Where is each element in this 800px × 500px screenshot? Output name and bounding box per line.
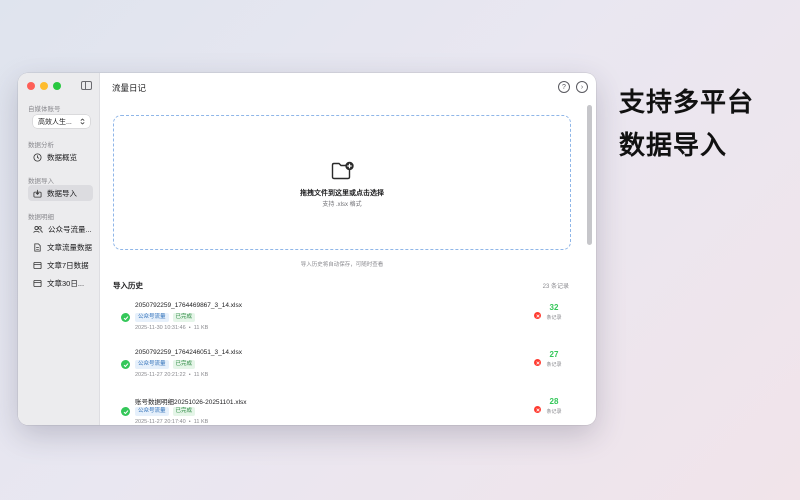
record-unit: 条记录 <box>546 409 562 415</box>
status-badge: 已完成 <box>172 407 196 416</box>
record-unit: 条记录 <box>546 362 562 368</box>
file-dropzone[interactable]: 拖拽文件到这里或点击选择 支持 .xlsx 格式 <box>113 115 571 250</box>
arrow-circle-icon[interactable]: › <box>576 81 588 93</box>
history-file-name: 账号数据明细20251026-20251101.xlsx <box>135 399 247 406</box>
history-time: 2025-11-27 20:17:40 <box>135 419 186 425</box>
sidebar-toggle-icon[interactable] <box>81 81 92 90</box>
sidebar-item-label: 文章7日数据 <box>47 260 89 270</box>
chevron-updown-icon <box>80 118 85 125</box>
sidebar-item-label: 文章流量数据 <box>47 242 92 252</box>
table-icon <box>33 279 42 287</box>
account-select-value: 高效人生... <box>38 118 72 126</box>
type-badge: 公众号流量 <box>135 407 169 416</box>
status-badge: 已完成 <box>172 360 196 369</box>
analysis-section-label: 数据分析 <box>28 142 54 149</box>
sidebar-item-article-30day[interactable]: 文章30日... <box>28 275 93 291</box>
sidebar: 自媒体账号 高效人生... 数据分析 数据概览 数据导入 数据导入 数据明细 公… <box>18 73 100 425</box>
record-unit: 条记录 <box>546 315 562 321</box>
auto-save-hint: 导入历史将自动保存，可随时查看 <box>300 262 384 268</box>
record-count: 28 <box>549 397 559 406</box>
account-section-label: 自媒体账号 <box>28 106 61 113</box>
promo-headline-line2: 数据导入 <box>619 130 728 160</box>
sidebar-item-label: 数据概览 <box>47 152 77 162</box>
status-badge: 已完成 <box>172 313 196 322</box>
dropzone-title: 拖拽文件到这里或点击选择 <box>300 190 384 197</box>
sidebar-item-label: 公众号流量... <box>48 224 92 234</box>
history-title: 导入历史 <box>113 281 143 290</box>
promo-headline-line1: 支持多平台 <box>619 87 755 117</box>
detail-section-label: 数据明细 <box>28 214 54 221</box>
dropzone-subtitle: 支持 .xlsx 格式 <box>322 202 362 208</box>
sidebar-item-label: 数据导入 <box>47 188 77 198</box>
type-badge: 公众号流量 <box>135 360 169 369</box>
history-row[interactable]: 账号数据明细20251026-20251101.xlsx 公众号流量 已完成 2… <box>113 393 571 425</box>
history-size: 11 KB <box>193 372 209 378</box>
minimize-window-button[interactable] <box>40 82 48 90</box>
sidebar-item-account-traffic[interactable]: 公众号流量... <box>28 221 93 237</box>
main-content: 流量日记 ? › 拖拽文件到这里或点击选择 支持 .xlsx 格式 导入历史将自… <box>100 73 596 425</box>
delete-icon[interactable] <box>534 406 541 413</box>
window-title: 流量日记 <box>112 83 147 93</box>
scrollbar[interactable] <box>587 105 592 245</box>
sidebar-item-label: 文章30日... <box>47 278 85 288</box>
sidebar-item-article-7day[interactable]: 文章7日数据 <box>28 257 93 273</box>
delete-icon[interactable] <box>534 359 541 366</box>
history-size: 11 KB <box>193 325 209 331</box>
clock-icon <box>33 152 42 162</box>
close-window-button[interactable] <box>27 82 35 90</box>
app-window: 自媒体账号 高效人生... 数据分析 数据概览 数据导入 数据导入 数据明细 公… <box>18 73 596 425</box>
window-controls <box>27 82 61 90</box>
history-row[interactable]: 2050792259_1764469867_3_14.xlsx 公众号流量 已完… <box>113 299 571 339</box>
record-count: 32 <box>549 303 559 312</box>
sidebar-item-article-traffic[interactable]: 文章流量数据 <box>28 239 93 255</box>
history-time: 2025-11-30 10:31:46 <box>135 325 186 331</box>
history-meta: 2025-11-30 10:31:46 • 11 KB <box>135 325 209 331</box>
history-row[interactable]: 2050792259_1764246051_3_14.xlsx 公众号流量 已完… <box>113 346 571 386</box>
sidebar-item-import[interactable]: 数据导入 <box>28 185 93 201</box>
zoom-window-button[interactable] <box>53 82 61 90</box>
import-icon <box>33 189 42 198</box>
history-meta: 2025-11-27 20:17:40 • 11 KB <box>135 419 209 425</box>
import-section-label: 数据导入 <box>28 178 54 185</box>
table-icon <box>33 261 42 269</box>
record-count: 27 <box>549 350 559 359</box>
folder-add-icon <box>331 161 354 180</box>
history-time: 2025-11-27 20:21:22 <box>135 372 186 378</box>
users-icon <box>33 225 43 233</box>
history-file-name: 2050792259_1764246051_3_14.xlsx <box>135 349 242 356</box>
type-badge: 公众号流量 <box>135 313 169 322</box>
history-meta: 2025-11-27 20:21:22 • 11 KB <box>135 372 209 378</box>
check-icon <box>121 360 130 369</box>
check-icon <box>121 407 130 416</box>
check-icon <box>121 313 130 322</box>
delete-icon[interactable] <box>534 312 541 319</box>
help-icon[interactable]: ? <box>558 81 570 93</box>
account-select[interactable]: 高效人生... <box>33 115 90 128</box>
sidebar-item-overview[interactable]: 数据概览 <box>28 149 93 165</box>
history-size: 11 KB <box>193 419 209 425</box>
history-file-name: 2050792259_1764469867_3_14.xlsx <box>135 302 242 309</box>
history-count: 23 条记录 <box>542 284 569 290</box>
document-icon <box>34 242 41 252</box>
